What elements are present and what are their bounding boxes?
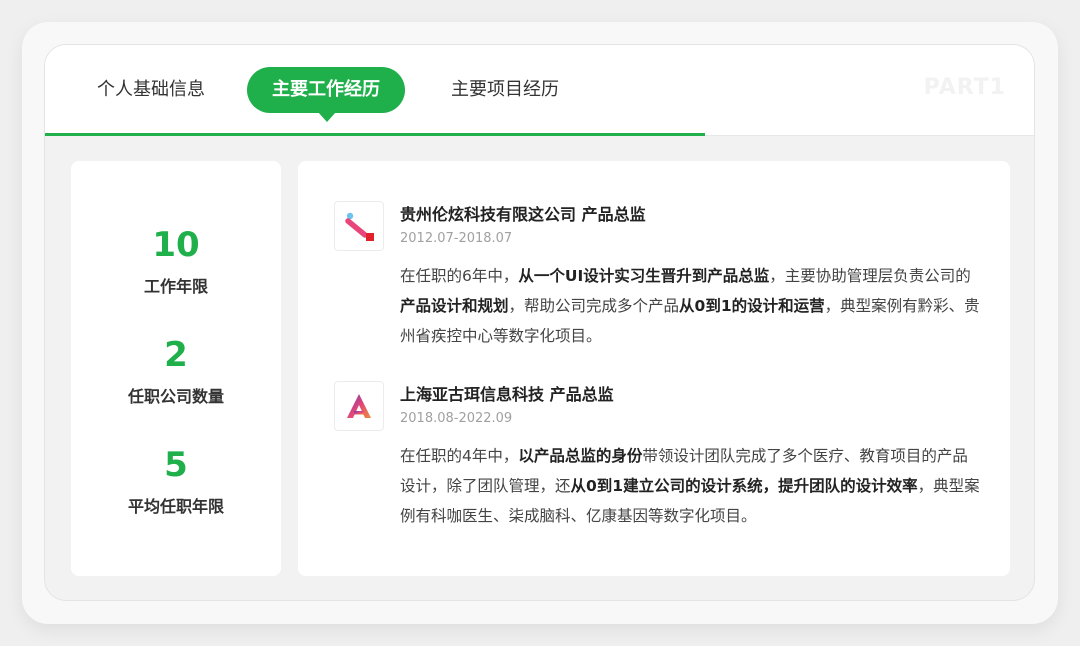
stat-value: 10 bbox=[152, 225, 200, 265]
experience-date: 2018.08-2022.09 bbox=[400, 411, 513, 426]
tab-work-experience-label: 主要工作经历 bbox=[272, 79, 380, 100]
desc-text: ，主要协助管理层负责公司的 bbox=[769, 267, 971, 285]
stat-value: 5 bbox=[164, 445, 188, 485]
stat-label: 任职公司数量 bbox=[127, 387, 224, 406]
desc-text: 在任职的6年中， bbox=[400, 267, 519, 285]
desc-highlight: 以产品总监的身份 bbox=[518, 447, 643, 465]
desc-highlight: 从一个UI设计实习生晋升到产品总监 bbox=[518, 267, 770, 285]
stat-work-years: 10 工作年限 bbox=[71, 225, 281, 297]
experience-title: 贵州伦炫科技有限这公司 产品总监 bbox=[400, 205, 646, 224]
stat-label: 平均任职年限 bbox=[127, 497, 224, 516]
stats-panel: 10 工作年限 2 任职公司数量 5 平均任职年限 bbox=[71, 161, 281, 576]
desc-highlight: 从0到1建立公司的设计系统，提升团队的设计效率 bbox=[570, 477, 918, 495]
active-tab-pointer bbox=[318, 112, 336, 122]
tab-basic-info[interactable]: 个人基础信息 bbox=[91, 67, 211, 113]
desc-highlight: 从0到1的设计和运营 bbox=[679, 297, 825, 315]
resume-card: 个人基础信息 主要工作经历 主要项目经历 PART1 10 工作年限 2 任职公… bbox=[44, 44, 1035, 601]
desc-highlight: 产品设计和规划 bbox=[400, 297, 509, 315]
experience-panel: 贵州伦炫科技有限这公司 产品总监 2012.07-2018.07 在任职的6年中… bbox=[298, 161, 1010, 576]
stat-label: 工作年限 bbox=[143, 277, 208, 296]
stat-avg-tenure: 5 平均任职年限 bbox=[71, 445, 281, 517]
experience-date: 2012.07-2018.07 bbox=[400, 231, 513, 246]
tab-projects[interactable]: 主要项目经历 bbox=[445, 67, 565, 113]
experience-title: 上海亚古珥信息科技 产品总监 bbox=[400, 385, 614, 404]
tab-bar: 个人基础信息 主要工作经历 主要项目经历 PART1 bbox=[45, 45, 1034, 136]
desc-text: 在任职的4年中， bbox=[400, 447, 519, 465]
experience-description: 在任职的6年中，从一个UI设计实习生晋升到产品总监，主要协助管理层负责公司的产品… bbox=[400, 261, 980, 351]
tab-progress-line bbox=[45, 133, 705, 136]
part-label: PART1 bbox=[923, 75, 1006, 100]
company-logo-icon bbox=[334, 381, 384, 431]
desc-text: ，帮助公司完成多个产品 bbox=[508, 297, 680, 315]
company-logo-icon bbox=[334, 201, 384, 251]
experience-description: 在任职的4年中，以产品总监的身份带领设计团队完成了多个医疗、教育项目的产品设计，… bbox=[400, 441, 980, 531]
tab-work-experience[interactable]: 主要工作经历 bbox=[247, 67, 405, 122]
stat-company-count: 2 任职公司数量 bbox=[71, 335, 281, 407]
stat-value: 2 bbox=[164, 335, 188, 375]
